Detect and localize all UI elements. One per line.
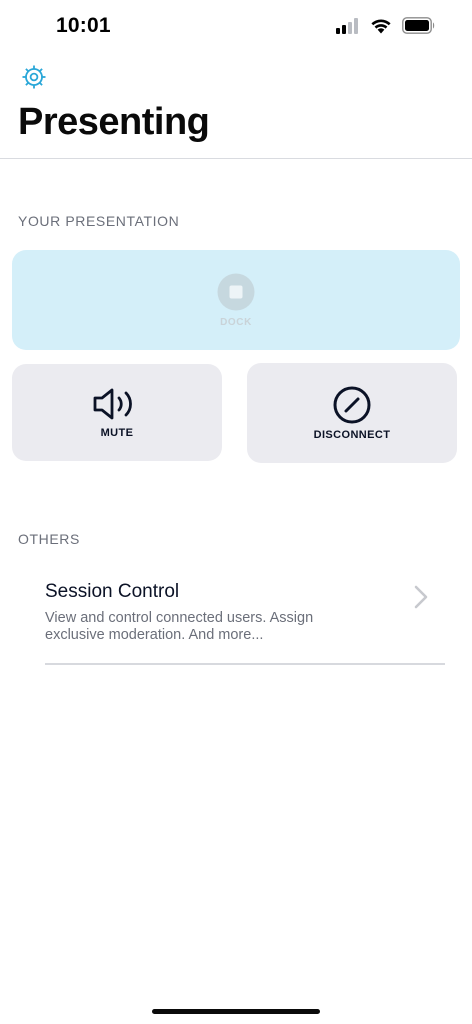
session-control-title: Session Control bbox=[45, 581, 180, 602]
dock-label: DOCK bbox=[220, 317, 252, 328]
mute-button[interactable]: MUTE bbox=[12, 364, 222, 461]
home-indicator[interactable] bbox=[152, 1009, 320, 1014]
section-heading-others: OTHERS bbox=[18, 531, 80, 547]
stop-icon bbox=[217, 273, 255, 311]
wifi-icon bbox=[371, 18, 391, 33]
disconnect-label: DISCONNECT bbox=[313, 429, 391, 441]
page-title: Presenting bbox=[18, 101, 210, 143]
list-item-session-control[interactable]: Session Control View and control connect… bbox=[45, 574, 445, 665]
dock-button[interactable]: DOCK bbox=[12, 250, 460, 350]
status-bar: 10:01 bbox=[0, 0, 472, 56]
title-divider bbox=[0, 158, 472, 159]
speaker-icon bbox=[93, 388, 132, 420]
gear-icon bbox=[22, 65, 46, 89]
disconnect-button[interactable]: DISCONNECT bbox=[247, 363, 457, 463]
mute-label: MUTE bbox=[100, 427, 134, 439]
section-heading-presentation: YOUR PRESENTATION bbox=[18, 213, 180, 229]
settings-button[interactable] bbox=[21, 64, 47, 90]
status-time: 10:01 bbox=[56, 14, 111, 37]
battery-icon bbox=[402, 17, 435, 34]
status-icons bbox=[336, 17, 436, 34]
prohibited-icon bbox=[333, 386, 371, 424]
session-control-description: View and control connected users. Assign… bbox=[45, 610, 314, 643]
chevron-right-icon bbox=[414, 585, 428, 609]
cellular-signal-icon bbox=[336, 17, 358, 34]
